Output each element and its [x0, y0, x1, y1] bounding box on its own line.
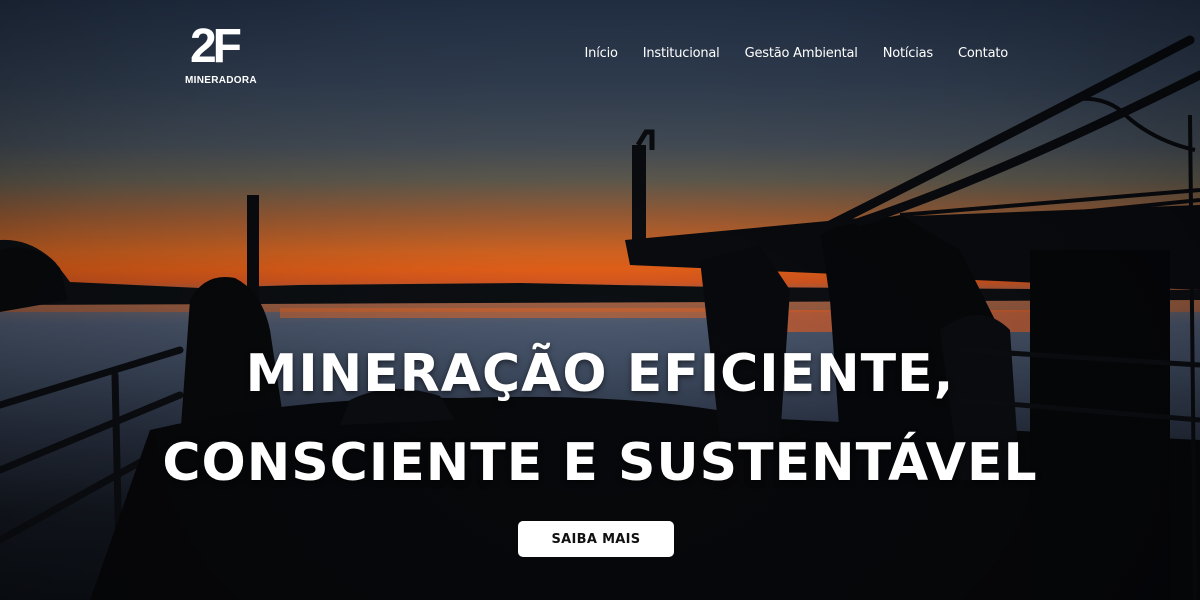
hero-headline-line-2: CONSCIENTE E SUSTENTÁVEL [162, 433, 1038, 494]
hero-headline-line-1: MINERAÇÃO EFICIENTE, [245, 344, 955, 404]
nav-item-noticias[interactable]: Notícias [883, 46, 933, 61]
site-logo[interactable]: 2F MINERADORA [185, 22, 257, 87]
main-nav: Início Institucional Gestão Ambiental No… [585, 46, 1009, 61]
nav-item-institucional[interactable]: Institucional [643, 46, 720, 61]
nav-item-contato[interactable]: Contato [958, 46, 1008, 61]
hero-headline: MINERAÇÃO EFICIENTE, CONSCIENTE E SUSTEN… [0, 330, 1200, 509]
logo-subtitle: MINERADORA [185, 75, 257, 86]
saiba-mais-button[interactable]: SAIBA MAIS [518, 521, 674, 557]
hero-section [0, 0, 1200, 600]
hero-overlay [0, 0, 1200, 600]
logo-mark: 2F [189, 20, 242, 73]
nav-item-inicio[interactable]: Início [585, 46, 618, 61]
nav-item-gestao-ambiental[interactable]: Gestão Ambiental [745, 46, 858, 61]
